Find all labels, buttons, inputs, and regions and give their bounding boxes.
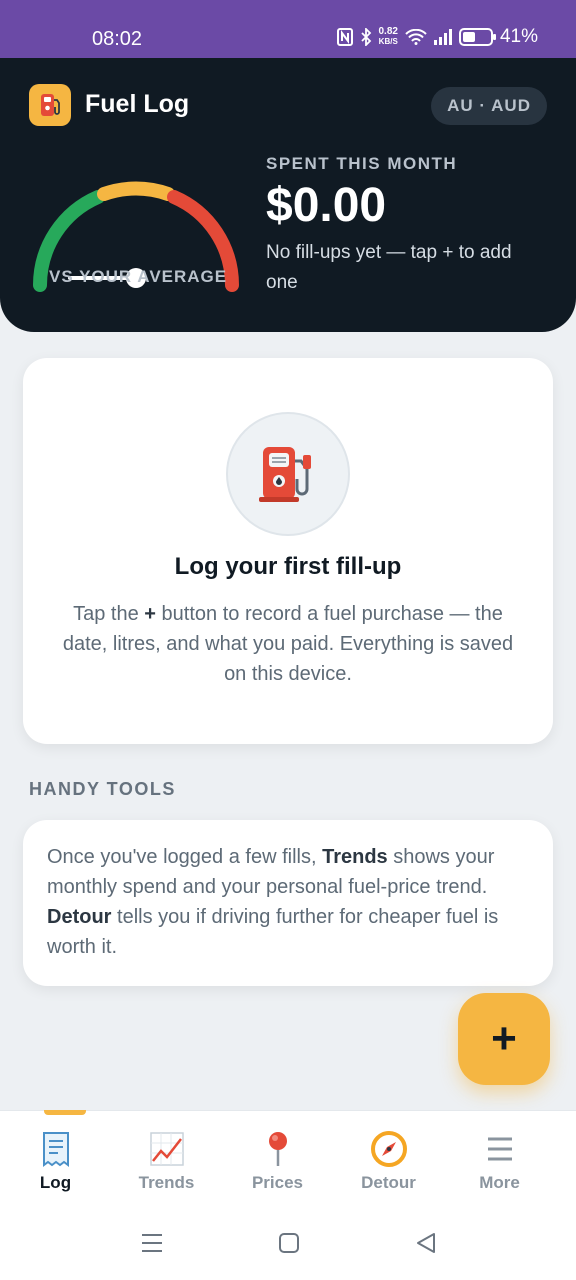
tools-text-3: tells you if driving further for cheaper… — [47, 906, 499, 958]
add-fillup-button[interactable]: + — [458, 993, 550, 1085]
menu-icon — [485, 1129, 515, 1169]
wifi-icon — [405, 29, 427, 45]
bluetooth-icon — [360, 28, 371, 46]
signal-icon — [433, 29, 452, 45]
empty-body-plus: + — [144, 603, 156, 625]
tools-trends-link: Trends — [322, 846, 388, 868]
nfc-icon — [336, 28, 353, 46]
empty-state-title: Log your first fill-up — [174, 553, 402, 580]
receipt-icon — [40, 1129, 72, 1169]
speed-value: 0.82 — [378, 26, 398, 37]
recents-icon[interactable] — [140, 1232, 164, 1254]
empty-body-text-1: Tap the — [73, 603, 145, 625]
back-icon[interactable] — [415, 1232, 437, 1254]
tools-detour-link: Detour — [47, 906, 112, 928]
app-title: Fuel Log — [85, 90, 190, 118]
nav-item-trends[interactable]: Trends — [111, 1111, 222, 1204]
status-time: 08:02 — [92, 28, 143, 50]
empty-state-body: Tap the + button to record a fuel purcha… — [53, 599, 523, 689]
status-bar: 08:02 0.82 KB/S 41% — [0, 0, 576, 58]
nav-label-log: Log — [39, 1173, 72, 1192]
handy-tools-heading: HANDY TOOLS — [29, 779, 176, 799]
bottom-nav: Log Trends Prices Detour More — [0, 1110, 576, 1204]
home-icon[interactable] — [278, 1232, 300, 1254]
nav-label-trends: Trends — [138, 1173, 195, 1192]
spent-note: No fill-ups yet — tap + to add one — [266, 242, 512, 293]
nav-item-log[interactable]: Log — [0, 1110, 111, 1204]
nav-item-more[interactable]: More — [444, 1111, 555, 1204]
handy-tools-card: Once you've logged a few fills, Trends s… — [23, 820, 553, 986]
fuel-pump-icon — [259, 447, 311, 502]
spent-label: SPENT THIS MONTH — [266, 154, 458, 173]
spent-amount: $0.00 — [266, 179, 387, 232]
region-currency-badge[interactable]: AU · AUD — [431, 87, 547, 125]
nav-label-prices: Prices — [251, 1173, 304, 1192]
compass-icon — [370, 1129, 408, 1169]
fuel-pump-logo-icon — [29, 84, 71, 126]
pin-icon — [264, 1129, 292, 1169]
nav-item-prices[interactable]: Prices — [222, 1111, 333, 1204]
speed-unit: KB/S — [378, 37, 398, 46]
empty-state-card: Log your first fill-up Tap the + button … — [23, 358, 553, 744]
fuel-pump-illustration — [226, 412, 350, 536]
battery-percent: 41% — [499, 26, 538, 47]
active-tab-indicator — [44, 1110, 86, 1115]
battery-icon — [458, 28, 496, 46]
nav-label-more: More — [479, 1173, 520, 1192]
summary-header: Fuel Log AU · AUD VS YOUR AVERAGE SPENT … — [0, 58, 576, 332]
gauge-label: VS YOUR AVERAGE — [49, 267, 228, 286]
tools-text-1: Once you've logged a few fills, — [47, 846, 323, 868]
chart-icon — [149, 1129, 185, 1169]
status-icons: 0.82 KB/S 41% — [336, 26, 538, 48]
gauge-arc-yellow — [97, 181, 175, 201]
system-nav-bar — [0, 1204, 576, 1280]
nav-label-detour: Detour — [361, 1173, 416, 1192]
handy-tools-text: Once you've logged a few fills, Trends s… — [47, 842, 531, 962]
network-speed: 0.82 KB/S — [379, 27, 398, 47]
nav-item-detour[interactable]: Detour — [333, 1111, 444, 1204]
